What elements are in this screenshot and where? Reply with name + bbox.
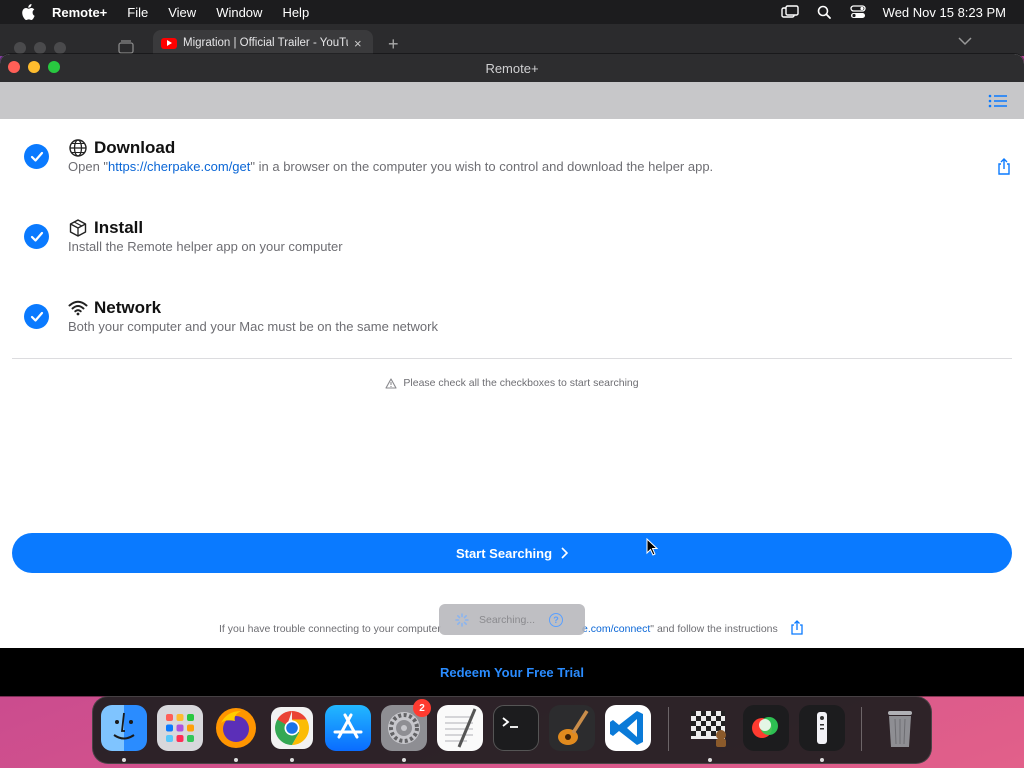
- zoom-window-button[interactable]: [48, 61, 60, 73]
- install-title: Install: [94, 218, 144, 237]
- chrome-icon[interactable]: [269, 705, 315, 751]
- window-toolbar: [0, 82, 1024, 119]
- help-icon[interactable]: ?: [549, 612, 564, 627]
- chevron-right-icon: [561, 547, 569, 559]
- terminal-icon[interactable]: [493, 705, 539, 751]
- textedit-icon[interactable]: [437, 705, 483, 751]
- app-store-icon[interactable]: [325, 705, 371, 751]
- download-description: Open "https://cherpake.com/get" in a bro…: [68, 159, 713, 174]
- network-title: Network: [94, 298, 162, 317]
- menu-clock[interactable]: Wed Nov 15 8:23 PM: [883, 5, 1006, 20]
- browser-tab-title: Migration | Official Trailer - YouTube: [183, 37, 348, 49]
- vscode-icon[interactable]: [605, 705, 651, 751]
- share-icon[interactable]: [996, 158, 1012, 176]
- mouse-cursor-icon: [646, 538, 658, 556]
- menu-bar: Remote+ File View Window Help Wed Nov 15…: [0, 0, 1024, 24]
- checkmark-icon: [30, 231, 43, 242]
- window-title: Remote+: [485, 60, 539, 76]
- redeem-bar: Redeem Your Free Trial: [0, 648, 1024, 696]
- close-window-button[interactable]: [8, 61, 20, 73]
- firefox-icon[interactable]: [213, 705, 259, 751]
- checkbox-notice: Please check all the checkboxes to start…: [0, 377, 1024, 389]
- network-description: Both your computer and your Mac must be …: [68, 319, 438, 334]
- menu-window[interactable]: Window: [216, 5, 262, 20]
- remote-plus-window: Remote+ Download Open "https://cherpake.…: [0, 54, 1024, 696]
- spinner-icon: [455, 612, 469, 627]
- tab-close-icon[interactable]: ×: [354, 36, 362, 51]
- finder-running-dot: [122, 758, 126, 762]
- download-title-row: Download: [68, 138, 175, 158]
- start-searching-label: Start Searching: [455, 545, 553, 561]
- chess-icon[interactable]: [687, 705, 733, 751]
- menu-app-name[interactable]: Remote+: [52, 5, 107, 20]
- connect-help-link[interactable]: e.com/connect: [582, 623, 650, 635]
- remote-plus-running-dot: [820, 758, 824, 762]
- package-box-icon: [69, 219, 87, 237]
- trouble-text-rest: e.com/connect" and follow the instructio…: [582, 623, 778, 635]
- wifi-icon: [68, 300, 88, 316]
- background-browser: Migration | Official Trailer - YouTube ×…: [0, 24, 1024, 56]
- youtube-icon: [161, 37, 177, 49]
- chrome-running-dot: [290, 758, 294, 762]
- dock: 2: [92, 696, 932, 764]
- trash-icon[interactable]: [877, 705, 923, 751]
- system-settings-icon[interactable]: 2: [381, 699, 431, 751]
- garageband-icon[interactable]: [549, 705, 595, 751]
- spotlight-search-icon[interactable]: [815, 5, 833, 19]
- install-title-row: Install: [68, 218, 143, 238]
- install-checkbox[interactable]: [24, 224, 49, 249]
- menu-help[interactable]: Help: [282, 5, 309, 20]
- chevron-down-icon[interactable]: [958, 36, 972, 46]
- step-install: Install Install the Remote helper app on…: [0, 199, 1024, 269]
- dock-separator: [861, 707, 862, 751]
- checkmark-icon: [30, 151, 43, 162]
- dock-separator: [668, 707, 669, 751]
- checkmark-icon: [30, 311, 43, 322]
- step-network: Network Both your computer and your Mac …: [0, 279, 1024, 349]
- firefox-running-dot: [234, 758, 238, 762]
- new-tab-button[interactable]: +: [388, 34, 399, 55]
- finder-icon[interactable]: [101, 705, 147, 751]
- screen-sharing-icon[interactable]: [743, 705, 789, 751]
- download-title: Download: [94, 138, 176, 157]
- notice-text: Please check all the checkboxes to start…: [403, 377, 639, 389]
- divider: [12, 358, 1012, 359]
- download-desc-prefix: Open ": [68, 159, 109, 174]
- searching-label: Searching...: [479, 613, 536, 626]
- menu-file[interactable]: File: [127, 5, 148, 20]
- download-checkbox[interactable]: [24, 144, 49, 169]
- share-icon[interactable]: [790, 620, 804, 636]
- network-checkbox[interactable]: [24, 304, 49, 329]
- install-description: Install the Remote helper app on your co…: [68, 239, 343, 254]
- screen-mirroring-icon[interactable]: [780, 5, 799, 19]
- trouble-text-prefix: If you have trouble connecting to your c…: [219, 623, 441, 635]
- browser-tab[interactable]: Migration | Official Trailer - YouTube ×: [153, 30, 373, 56]
- warning-icon: [385, 377, 397, 389]
- searching-toast: Searching... ?: [439, 604, 585, 635]
- download-desc-suffix: " in a browser on the computer you wish …: [250, 159, 714, 174]
- chess-running-dot: [708, 758, 712, 762]
- globe-icon: [69, 139, 87, 157]
- step-download: Download Open "https://cherpake.com/get"…: [0, 119, 1024, 189]
- control-center-icon[interactable]: [849, 5, 867, 19]
- menu-view[interactable]: View: [168, 5, 196, 20]
- start-searching-button[interactable]: Start Searching: [12, 533, 1012, 573]
- redeem-free-trial-button[interactable]: Redeem Your Free Trial: [440, 665, 584, 680]
- remote-plus-app-icon[interactable]: [799, 705, 845, 751]
- network-title-row: Network: [68, 298, 161, 318]
- download-link[interactable]: https://cherpake.com/get: [108, 159, 250, 174]
- trouble-text-suffix: " and follow the instructions: [650, 623, 778, 635]
- notification-badge: 2: [413, 699, 431, 717]
- window-titlebar: Remote+: [0, 54, 1024, 82]
- launchpad-icon[interactable]: [157, 705, 203, 751]
- browser-traffic-lights: [14, 42, 66, 54]
- settings-running-dot: [402, 758, 406, 762]
- list-icon[interactable]: [988, 93, 1008, 109]
- tab-overview-icon[interactable]: [118, 40, 134, 54]
- apple-icon[interactable]: [18, 4, 38, 20]
- minimize-window-button[interactable]: [28, 61, 40, 73]
- window-traffic-lights: [8, 61, 60, 73]
